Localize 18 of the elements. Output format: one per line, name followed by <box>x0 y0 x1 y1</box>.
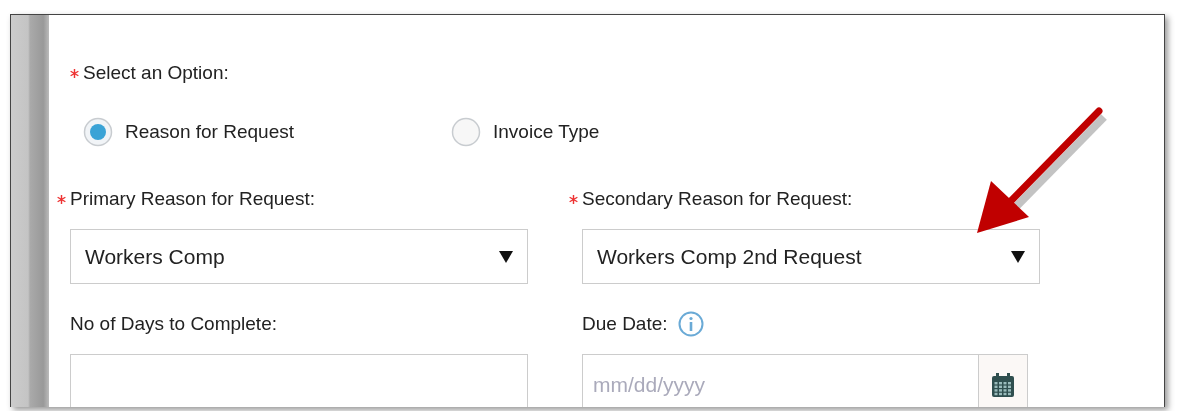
calendar-button[interactable] <box>978 354 1028 407</box>
caret-icon <box>1011 250 1025 263</box>
field-label: No of Days to Complete: <box>70 313 277 335</box>
radio-option[interactable]: Reason for Request <box>83 117 451 147</box>
caret-icon <box>499 250 513 263</box>
group-label: Select an Option: <box>83 62 229 84</box>
dropdown[interactable]: Workers Comp <box>70 229 528 284</box>
calendar-icon <box>992 372 1014 397</box>
date-field[interactable]: mm/dd/yyyy <box>582 354 978 407</box>
radio-button[interactable] <box>83 117 113 147</box>
field-label: Due Date: <box>582 313 668 335</box>
dropdown[interactable]: Workers Comp 2nd Request <box>582 229 1040 284</box>
radio-button[interactable] <box>451 117 481 147</box>
field-label: Secondary Reason for Request: <box>582 188 853 210</box>
input-field[interactable] <box>70 354 528 407</box>
radio-option[interactable]: Invoice Type <box>451 117 819 147</box>
field-label: Primary Reason for Request: <box>70 188 315 210</box>
info-icon[interactable] <box>677 311 704 337</box>
